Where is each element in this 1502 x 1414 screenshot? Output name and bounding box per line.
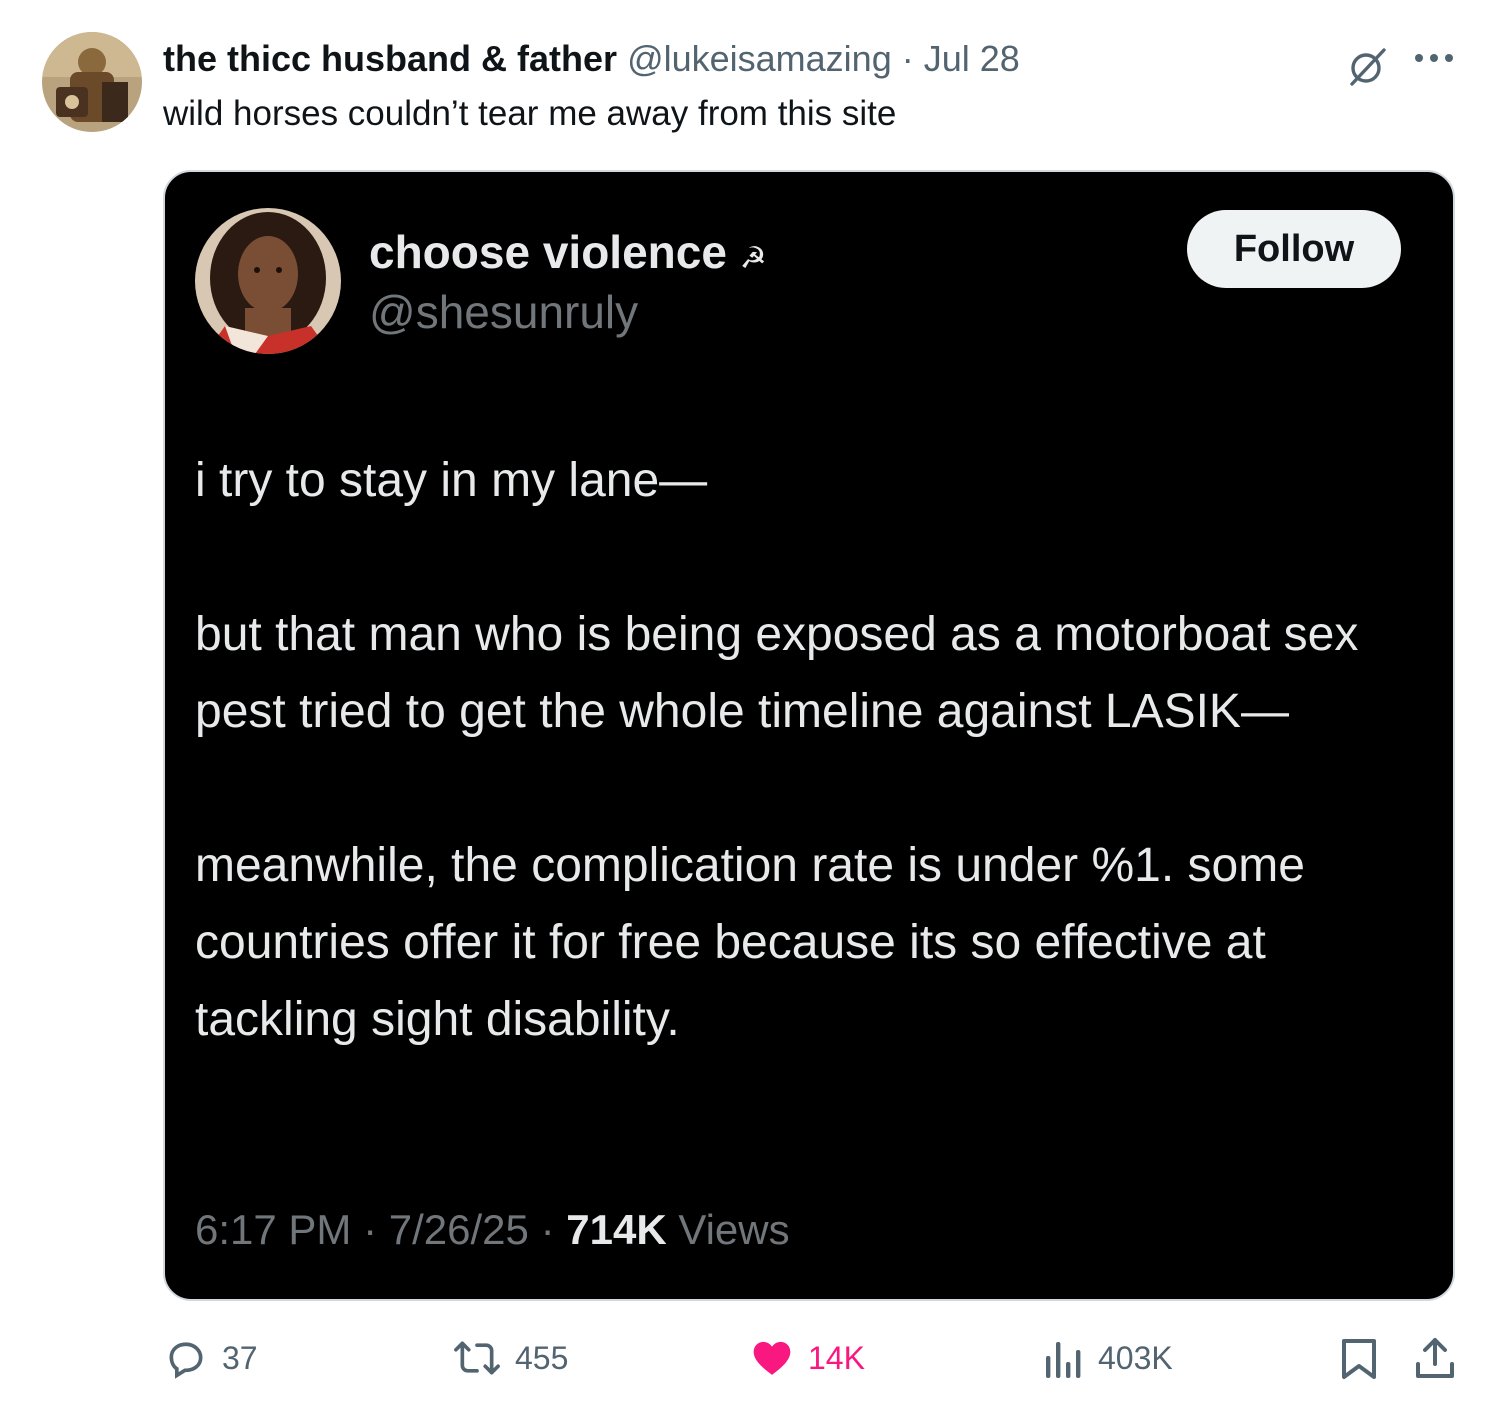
quoted-date: 7/26/25	[388, 1206, 529, 1253]
more-icon[interactable]	[1412, 48, 1456, 68]
quoted-views-count: 714K	[566, 1206, 667, 1253]
quoted-avatar	[195, 208, 341, 354]
quoted-paragraph-1: i try to stay in my lane—	[195, 454, 708, 507]
quoted-sep-1: ·	[363, 1206, 378, 1253]
grok-icon[interactable]	[1344, 44, 1390, 90]
views-button[interactable]: 403K	[1044, 1334, 1173, 1382]
hammer-sickle-emoji: ☭	[739, 242, 767, 275]
like-count: 14K	[808, 1339, 865, 1376]
reply-icon	[164, 1336, 208, 1380]
header-separator: ·	[901, 38, 914, 79]
tweet-date[interactable]: Jul 28	[924, 38, 1020, 79]
tweet: the thicc husband & father @lukeisamazin…	[0, 0, 1502, 1414]
tweet-header: the thicc husband & father @lukeisamazin…	[163, 36, 1313, 82]
author-avatar[interactable]	[42, 32, 142, 132]
like-button[interactable]: 14K	[750, 1334, 865, 1382]
quoted-footer: 6:17 PM · 7/26/25 · 714K Views	[195, 1202, 790, 1258]
repost-icon	[453, 1336, 501, 1380]
analytics-icon	[1044, 1336, 1084, 1380]
heart-icon	[750, 1336, 794, 1380]
reply-count: 37	[222, 1339, 258, 1376]
repost-button[interactable]: 455	[453, 1334, 568, 1382]
share-icon[interactable]	[1414, 1336, 1456, 1380]
reply-button[interactable]: 37	[164, 1334, 258, 1382]
author-handle[interactable]: @lukeisamazing	[627, 38, 892, 79]
quoted-image[interactable]: choose violence ☭ @shesunruly Follow i t…	[163, 170, 1455, 1301]
quoted-body: i try to stay in my lane— but that man w…	[195, 442, 1395, 1058]
quoted-sep-2: ·	[540, 1206, 555, 1253]
views-count: 403K	[1098, 1339, 1173, 1376]
follow-button: Follow	[1187, 210, 1401, 288]
tweet-text: wild horses couldn’t tear me away from t…	[163, 94, 897, 133]
quoted-display-name: choose violence ☭	[369, 224, 767, 287]
quoted-paragraph-2: but that man who is being exposed as a m…	[195, 608, 1359, 738]
quoted-time: 6:17 PM	[195, 1206, 352, 1253]
quoted-paragraph-3: meanwhile, the complication rate is unde…	[195, 839, 1305, 1046]
quoted-views-label: Views	[678, 1206, 790, 1253]
author-display-name[interactable]: the thicc husband & father	[163, 38, 617, 79]
bookmark-icon[interactable]	[1340, 1338, 1378, 1380]
repost-count: 455	[515, 1339, 569, 1376]
quoted-name-text: choose violence	[369, 226, 727, 278]
quoted-handle: @shesunruly	[369, 286, 639, 338]
